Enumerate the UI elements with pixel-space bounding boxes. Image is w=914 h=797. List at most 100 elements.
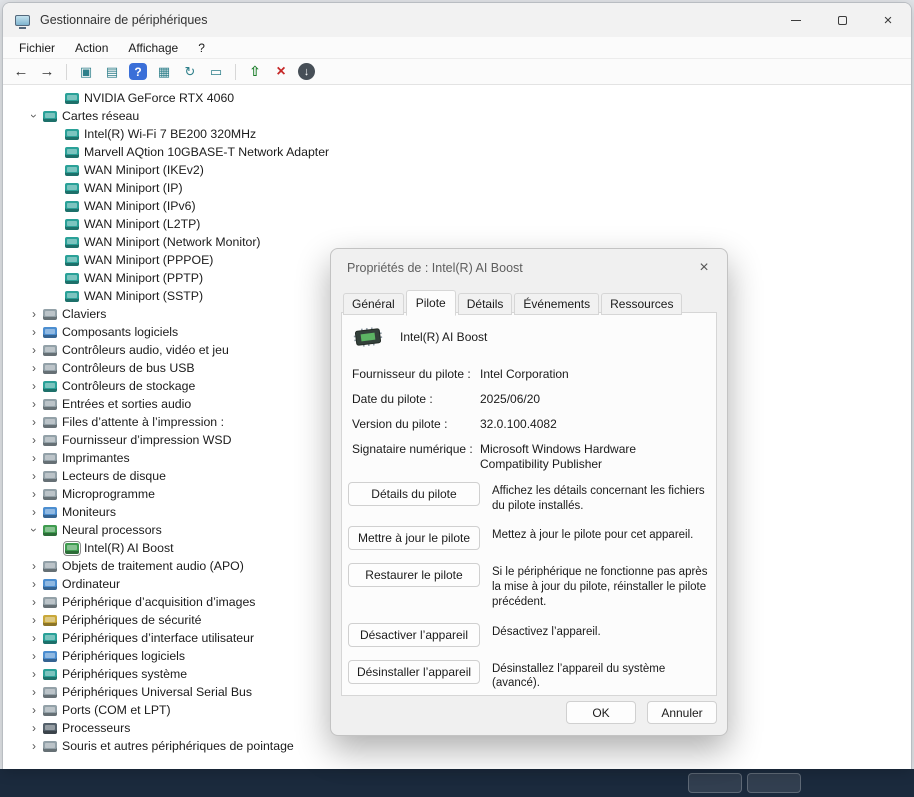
network-adapter-icon xyxy=(65,183,79,194)
chevron-right-icon[interactable]: › xyxy=(27,361,41,375)
tree-item-label: Microprogramme xyxy=(62,487,155,501)
help-button[interactable]: ? xyxy=(129,63,147,80)
uninstall-device-button[interactable]: Désinstaller l’appareil xyxy=(348,660,480,684)
chevron-right-icon[interactable]: › xyxy=(27,415,41,429)
tree-item[interactable]: WAN Miniport (IKEv2) xyxy=(3,161,911,179)
chevron-right-icon[interactable]: › xyxy=(27,649,41,663)
tab-details[interactable]: Détails xyxy=(458,293,513,315)
device-header: Intel(R) AI Boost xyxy=(348,325,710,349)
chevron-right-icon[interactable]: › xyxy=(27,379,41,393)
tree-item[interactable]: ›Cartes réseau xyxy=(3,107,911,125)
dialog-close-button[interactable]: × xyxy=(687,254,721,282)
tree-item[interactable]: WAN Miniport (L2TP) xyxy=(3,215,911,233)
chevron-right-icon[interactable]: › xyxy=(27,433,41,447)
chevron-right-icon[interactable]: › xyxy=(27,595,41,609)
tab-general[interactable]: Général xyxy=(343,293,404,315)
forward-button[interactable]: → xyxy=(35,61,59,83)
driver-field: Version du pilote :32.0.100.4082 xyxy=(348,417,710,432)
tree-item[interactable]: › Souris et autres périphériques de point… xyxy=(3,737,911,755)
tree-item[interactable]: WAN Miniport (IPv6) xyxy=(3,197,911,215)
update-driver-button[interactable]: Mettre à jour le pilote xyxy=(348,526,480,550)
export-list-button[interactable]: ▤ xyxy=(100,61,124,83)
taskbar[interactable] xyxy=(0,769,914,797)
chevron-right-icon[interactable]: › xyxy=(27,397,41,411)
roll-back-driver-button[interactable]: Restaurer le pilote xyxy=(348,563,480,587)
close-button[interactable]: × xyxy=(865,3,911,37)
maximize-button[interactable] xyxy=(819,3,865,37)
disable-device-button[interactable]: Désactiver l’appareil xyxy=(348,623,480,647)
firmware-icon xyxy=(43,489,57,500)
taskbar-item[interactable] xyxy=(747,773,801,793)
menu-action[interactable]: Action xyxy=(65,41,118,55)
tab-driver[interactable]: Pilote xyxy=(406,290,456,316)
tree-item[interactable]: Intel(R) Wi-Fi 7 BE200 320MHz xyxy=(3,125,911,143)
dialog-title: Propriétés de : Intel(R) AI Boost xyxy=(347,261,523,275)
tree-item-label: Marvell AQtion 10GBASE-T Network Adapter xyxy=(84,145,329,159)
driver-fields: Fournisseur du pilote :Intel Corporation… xyxy=(348,367,710,472)
chevron-right-icon[interactable]: › xyxy=(27,685,41,699)
taskbar-item[interactable] xyxy=(688,773,742,793)
mouse-icon xyxy=(43,741,57,752)
software-component-icon xyxy=(43,327,57,338)
tree-item-label: Ports (COM et LPT) xyxy=(62,703,171,717)
action-description: Affichez les détails concernant les fich… xyxy=(492,482,710,513)
chevron-right-icon[interactable]: › xyxy=(27,667,41,681)
chevron-right-icon[interactable]: › xyxy=(27,739,41,753)
chevron-down-icon[interactable]: › xyxy=(27,109,41,123)
toolbar-uninstall-device-button[interactable]: × xyxy=(269,61,293,83)
tree-item-label: Moniteurs xyxy=(62,505,116,519)
tree-item-label: WAN Miniport (IKEv2) xyxy=(84,163,204,177)
chevron-right-icon[interactable]: › xyxy=(27,487,41,501)
tree-item-label: WAN Miniport (PPPOE) xyxy=(84,253,213,267)
cancel-button[interactable]: Annuler xyxy=(647,701,717,724)
chevron-right-icon[interactable]: › xyxy=(27,325,41,339)
chevron-right-icon[interactable]: › xyxy=(27,703,41,717)
field-value: 2025/06/20 xyxy=(480,392,540,407)
tree-item[interactable]: Marvell AQtion 10GBASE-T Network Adapter xyxy=(3,143,911,161)
menu-fichier[interactable]: Fichier xyxy=(9,41,65,55)
chevron-right-icon[interactable]: › xyxy=(27,469,41,483)
usb-device-icon xyxy=(43,687,57,698)
driver-actions: Détails du pilote Affichez les détails co… xyxy=(348,482,710,691)
tree-item-label: Contrôleurs de bus USB xyxy=(62,361,195,375)
devices-view-button[interactable]: ▭ xyxy=(204,61,228,83)
tree-item[interactable]: NVIDIA GeForce RTX 4060 xyxy=(3,89,911,107)
chevron-down-icon[interactable]: › xyxy=(27,523,41,537)
properties-button[interactable]: ▦ xyxy=(152,61,176,83)
minimize-button[interactable] xyxy=(773,3,819,37)
chevron-right-icon[interactable]: › xyxy=(27,343,41,357)
keyboard-icon xyxy=(43,309,57,320)
ok-button[interactable]: OK xyxy=(566,701,636,724)
tree-item[interactable]: WAN Miniport (IP) xyxy=(3,179,911,197)
dialog-titlebar[interactable]: Propriétés de : Intel(R) AI Boost × xyxy=(331,249,727,287)
chevron-right-icon[interactable]: › xyxy=(27,505,41,519)
menu-help[interactable]: ? xyxy=(188,41,215,55)
tab-events[interactable]: Événements xyxy=(514,293,599,315)
menu-affichage[interactable]: Affichage xyxy=(118,41,188,55)
chevron-right-icon[interactable]: › xyxy=(27,577,41,591)
tree-item-label: Souris et autres périphériques de pointa… xyxy=(62,739,294,753)
maximize-icon xyxy=(838,16,847,25)
toolbar-update-driver-button[interactable]: ⇧ xyxy=(243,61,267,83)
chevron-right-icon[interactable]: › xyxy=(27,559,41,573)
driver-details-button[interactable]: Détails du pilote xyxy=(348,482,480,506)
network-adapter-icon xyxy=(65,147,79,158)
network-category-icon xyxy=(43,111,57,122)
titlebar[interactable]: Gestionnaire de périphériques × xyxy=(3,3,911,37)
toolbar-disable-device-button[interactable]: ↓ xyxy=(298,63,315,80)
chevron-right-icon[interactable]: › xyxy=(27,613,41,627)
printer-icon xyxy=(43,453,57,464)
show-console-tree-button[interactable]: ▣ xyxy=(74,61,98,83)
back-button[interactable]: ← xyxy=(9,61,33,83)
dialog-footer: OK Annuler xyxy=(566,701,717,724)
scan-hardware-changes-button[interactable]: ↻ xyxy=(178,61,202,83)
network-adapter-icon xyxy=(65,219,79,230)
chevron-right-icon[interactable]: › xyxy=(27,307,41,321)
chevron-right-icon[interactable]: › xyxy=(27,631,41,645)
network-adapter-icon xyxy=(65,291,79,302)
chevron-right-icon[interactable]: › xyxy=(27,721,41,735)
device-manager-icon xyxy=(15,15,30,26)
chevron-right-icon[interactable]: › xyxy=(27,451,41,465)
action-description: Désactivez l’appareil. xyxy=(492,623,601,640)
tab-resources[interactable]: Ressources xyxy=(601,293,682,315)
